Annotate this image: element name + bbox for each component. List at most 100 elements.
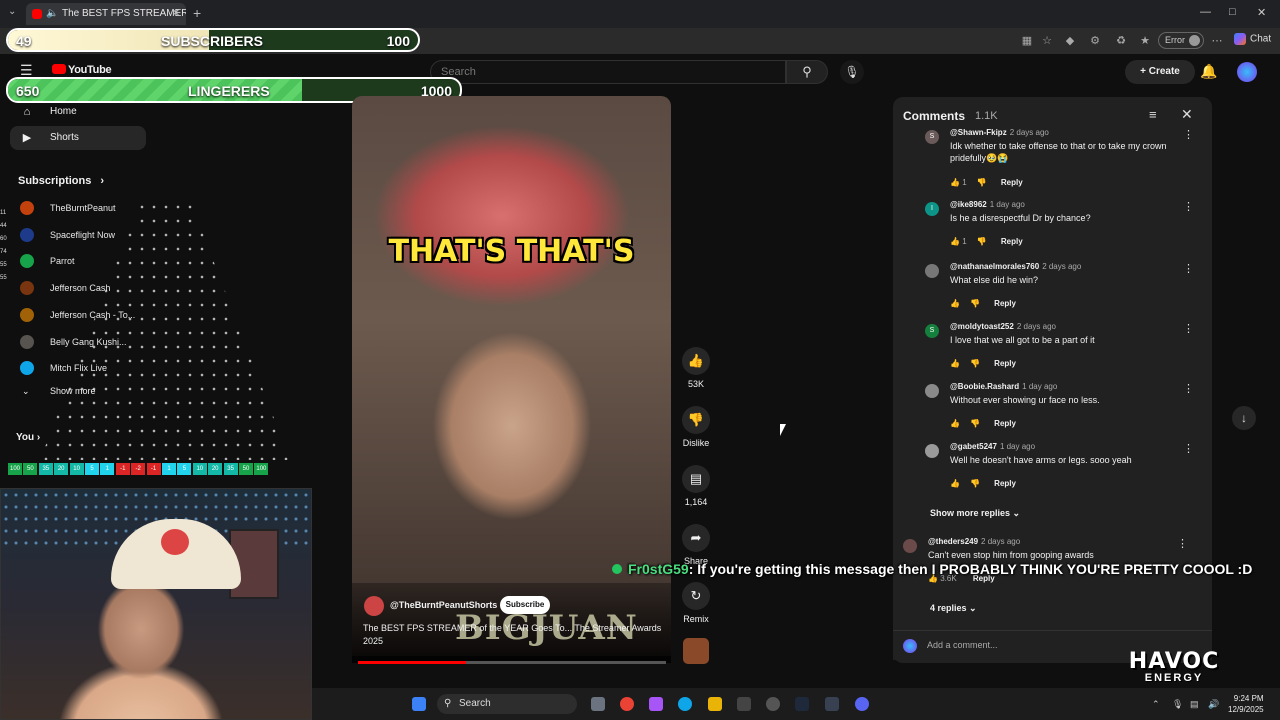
app-icon[interactable] xyxy=(649,697,663,711)
show-more-replies-label: Show more replies xyxy=(930,508,1011,518)
like-icon[interactable]: 👍 xyxy=(950,359,960,368)
favorites-icon[interactable]: ★ xyxy=(1138,34,1152,48)
app-icon[interactable] xyxy=(766,697,780,711)
commenter-avatar[interactable] xyxy=(903,539,917,553)
reply-button[interactable]: Reply xyxy=(994,359,1016,368)
plinko-multiplier: 50 xyxy=(239,463,253,475)
youtube-logo[interactable]: YouTube xyxy=(52,64,112,76)
close-tab-icon[interactable]: ✕ xyxy=(172,3,180,25)
comment-menu-icon[interactable]: ⋮ xyxy=(1177,537,1188,550)
comment-author[interactable]: @Boobie.Rashard 1 day ago xyxy=(950,382,1057,391)
extension-icon[interactable]: ⚙ xyxy=(1088,34,1102,48)
error-label: Error xyxy=(1165,35,1185,45)
commenter-avatar[interactable]: S xyxy=(925,130,939,144)
reply-button[interactable]: Reply xyxy=(1001,178,1023,187)
like-button[interactable]: 👍 53K xyxy=(680,347,712,389)
commenter-avatar[interactable]: S xyxy=(925,324,939,338)
commenter-avatar[interactable] xyxy=(925,444,939,458)
notifications-bell-icon[interactable]: 🔔 xyxy=(1200,63,1217,80)
like-icon[interactable]: 👍 xyxy=(950,419,960,428)
sort-icon[interactable]: ≡ xyxy=(1149,107,1157,122)
subscribe-button[interactable]: Subscribe xyxy=(500,596,550,614)
view-replies-button[interactable]: 4 replies ⌄ xyxy=(930,603,977,614)
search-input[interactable]: Search xyxy=(430,60,786,84)
like-icon[interactable]: 👍 xyxy=(950,299,960,308)
reply-button[interactable]: Reply xyxy=(994,299,1016,308)
dislike-icon[interactable]: 👎 xyxy=(970,299,980,308)
new-tab-icon[interactable]: + xyxy=(193,5,201,21)
comment-author[interactable]: @theders249 2 days ago xyxy=(928,537,1020,546)
show-more-replies-button[interactable]: Show more replies ⌄ xyxy=(930,508,1020,519)
maximize-icon[interactable]: □ xyxy=(1229,6,1236,18)
commenter-avatar[interactable]: I xyxy=(925,202,939,216)
copilot-chat-button[interactable]: Chat xyxy=(1234,33,1271,45)
comment-author[interactable]: @ike8962 1 day ago xyxy=(950,200,1025,209)
dislike-icon[interactable]: 👎 xyxy=(977,178,987,187)
scroll-down-button[interactable]: ↓ xyxy=(1232,406,1256,430)
close-window-icon[interactable]: ✕ xyxy=(1257,6,1266,19)
edge-icon[interactable] xyxy=(678,697,692,711)
browser-tab[interactable]: 🔈 The BEST FPS STREAMER of th ✕ xyxy=(26,3,186,25)
chrome-icon[interactable] xyxy=(620,697,634,711)
volume-icon[interactable]: 🔊 xyxy=(1208,699,1219,710)
speaker-icon[interactable]: 🔈 xyxy=(46,3,58,25)
close-icon[interactable]: ✕ xyxy=(1181,106,1193,123)
steam-icon[interactable] xyxy=(795,697,809,711)
app-icon[interactable]: ▦ xyxy=(1020,34,1034,48)
you-section[interactable]: You › xyxy=(16,432,40,443)
comment-author[interactable]: @moldytoast252 2 days ago xyxy=(950,322,1056,331)
plinko-multiplier: 1 xyxy=(162,463,176,475)
favorite-star-icon[interactable]: ☆ xyxy=(1040,34,1054,48)
extensions-puzzle-icon[interactable]: ♻ xyxy=(1114,34,1128,48)
create-button[interactable]: + Create xyxy=(1125,60,1195,84)
video-title[interactable]: The BEST FPS STREAMER of the YEAR Goes T… xyxy=(363,622,663,648)
share-button[interactable]: ➦ Share xyxy=(680,524,712,566)
sidebar-item-shorts[interactable]: ▶ Shorts xyxy=(10,126,146,150)
channel-avatar[interactable] xyxy=(364,596,384,616)
comments-button[interactable]: ▤ 1,164 xyxy=(680,465,712,507)
comment-author[interactable]: @Shawn-Fkipz 2 days ago xyxy=(950,128,1049,137)
profile-error-button[interactable]: Error xyxy=(1158,32,1204,49)
user-avatar[interactable] xyxy=(1237,62,1257,82)
reply-button[interactable]: Reply xyxy=(994,419,1016,428)
comment-author[interactable]: @gabet5247 1 day ago xyxy=(950,442,1035,451)
dislike-button[interactable]: 👎 Dislike xyxy=(680,406,712,448)
comment-author[interactable]: @nathanaelmorales760 2 days ago xyxy=(950,262,1081,271)
sound-thumbnail[interactable] xyxy=(683,638,709,664)
mic-tray-icon[interactable]: 🎙 xyxy=(1172,699,1183,710)
windows-start-icon[interactable] xyxy=(412,697,426,711)
add-comment-input[interactable]: Add a comment... xyxy=(927,640,998,650)
app-icon[interactable] xyxy=(825,697,839,711)
app-icon[interactable] xyxy=(737,697,751,711)
reply-button[interactable]: Reply xyxy=(1001,237,1023,246)
tray-chevron-icon[interactable]: ⌃ xyxy=(1152,699,1160,710)
remix-button[interactable]: ↻ Remix xyxy=(680,582,712,624)
dislike-icon[interactable]: 👎 xyxy=(970,419,980,428)
more-options-icon[interactable]: ⋯ xyxy=(1210,34,1224,48)
channel-name[interactable]: @TheBurntPeanutShorts xyxy=(390,600,497,610)
minimize-icon[interactable]: — xyxy=(1200,6,1211,18)
task-view-icon[interactable] xyxy=(591,697,605,711)
commenter-avatar[interactable] xyxy=(925,384,939,398)
taskbar-clock[interactable]: 9:24 PM 12/9/2025 xyxy=(1228,693,1264,715)
file-explorer-icon[interactable] xyxy=(708,697,722,711)
commenter-avatar[interactable] xyxy=(925,264,939,278)
dislike-icon[interactable]: 👎 xyxy=(977,237,987,246)
extension-diamond-icon[interactable]: ◆ xyxy=(1063,34,1077,48)
reply-button[interactable]: Reply xyxy=(994,479,1016,488)
subscriptions-header[interactable]: Subscriptions › xyxy=(18,175,104,187)
taskbar-search[interactable]: ⚲ Search xyxy=(437,694,577,714)
search-button[interactable]: ⚲ xyxy=(786,60,828,84)
discord-icon[interactable] xyxy=(855,697,869,711)
voice-search-button[interactable]: 🎙 xyxy=(840,60,864,84)
like-icon[interactable]: 👍 xyxy=(950,178,960,187)
network-icon[interactable]: ▤ xyxy=(1190,699,1199,710)
chevron-down-icon: ⌄ xyxy=(1012,508,1021,518)
video-progress-bar[interactable] xyxy=(358,661,666,664)
dislike-icon[interactable]: 👎 xyxy=(970,359,980,368)
tab-menu-icon[interactable]: ⌄ xyxy=(8,6,16,17)
like-icon[interactable]: 👍 xyxy=(950,479,960,488)
dislike-icon[interactable]: 👎 xyxy=(970,479,980,488)
sidebar-item-home[interactable]: ⌂ Home xyxy=(10,100,146,124)
like-icon[interactable]: 👍 xyxy=(950,237,960,246)
